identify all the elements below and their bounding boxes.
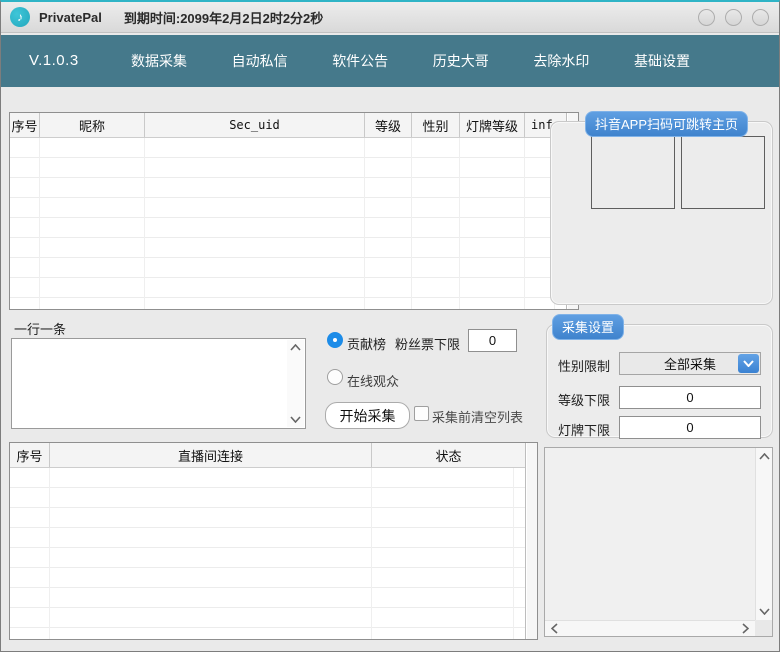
users-table: 序号 昵称 Sec_uid 等级 性别 灯牌等级 info: [9, 112, 579, 310]
scroll-up-icon[interactable]: [759, 453, 770, 460]
clear-before-collect-label[interactable]: 采集前清空列表: [432, 407, 523, 426]
tab-history-bigbro[interactable]: 历史大哥: [425, 45, 497, 77]
title-bar[interactable]: ♪ PrivatePal 到期时间:2099年2月2日2时2分2秒: [1, 2, 779, 33]
links-textarea[interactable]: [11, 338, 306, 429]
radio-online-label[interactable]: 在线观众: [347, 371, 399, 390]
rooms-col-seq[interactable]: 序号: [10, 443, 50, 467]
dropdown-arrow-button[interactable]: [738, 354, 759, 373]
maximize-button[interactable]: [725, 9, 742, 26]
level-limit-label: 等级下限: [558, 390, 610, 409]
rooms-table: 序号 直播间连接 状态: [9, 442, 538, 640]
badge-limit-label: 灯牌下限: [558, 420, 610, 439]
tab-auto-message[interactable]: 自动私信: [224, 45, 296, 77]
users-col-gender[interactable]: 性别: [412, 113, 460, 137]
start-collect-button[interactable]: 开始采集: [325, 402, 410, 429]
close-button[interactable]: [752, 9, 769, 26]
qr-code-box-left: [591, 136, 675, 209]
app-window: ♪ PrivatePal 到期时间:2099年2月2日2时2分2秒 V.1.0.…: [0, 0, 780, 652]
version-label: V.1.0.3: [29, 52, 79, 69]
tab-announcement[interactable]: 软件公告: [324, 45, 396, 77]
users-col-secuid[interactable]: Sec_uid: [145, 113, 365, 137]
gender-limit-label: 性别限制: [558, 356, 610, 375]
radio-contribution-label[interactable]: 贡献榜: [347, 334, 386, 353]
radio-online-viewers[interactable]: [327, 369, 343, 385]
qr-panel-title-tag: 抖音APP扫码可跳转主页: [585, 111, 748, 137]
gender-limit-dropdown[interactable]: 全部采集: [619, 352, 761, 375]
users-col-level[interactable]: 等级: [365, 113, 412, 137]
scroll-right-icon[interactable]: [742, 623, 749, 634]
rooms-table-body: [10, 468, 525, 639]
rooms-col-status[interactable]: 状态: [372, 443, 526, 467]
log-panel-hscrollbar[interactable]: [545, 620, 755, 636]
users-col-nickname[interactable]: 昵称: [40, 113, 145, 137]
users-col-badge-level[interactable]: 灯牌等级: [460, 113, 525, 137]
scroll-left-icon[interactable]: [551, 623, 558, 634]
level-limit-input[interactable]: 0: [619, 386, 761, 409]
qr-panel: [550, 121, 773, 305]
nav-bar: V.1.0.3 数据采集 自动私信 软件公告 历史大哥 去除水印 基础设置: [1, 35, 779, 87]
chevron-down-icon: [743, 360, 754, 367]
tab-basic-settings[interactable]: 基础设置: [626, 45, 698, 77]
lines-label: 一行一条: [14, 319, 66, 338]
qr-code-box-right: [681, 136, 765, 209]
scroll-up-icon[interactable]: [290, 344, 301, 351]
textarea-scrollbar[interactable]: [287, 340, 304, 427]
nav-tabs: 数据采集 自动私信 软件公告 历史大哥 去除水印 基础设置: [123, 35, 698, 87]
expiry-time-text: 到期时间:2099年2月2日2时2分2秒: [124, 8, 323, 27]
log-panel-vscrollbar[interactable]: [755, 448, 772, 620]
tab-watermark-remove[interactable]: 去除水印: [525, 45, 597, 77]
app-logo-music-note-icon: ♪: [10, 7, 30, 27]
scroll-down-icon[interactable]: [759, 608, 770, 615]
minimize-button[interactable]: [698, 9, 715, 26]
clear-before-collect-checkbox[interactable]: [414, 406, 429, 421]
scroll-down-icon[interactable]: [290, 416, 301, 423]
users-table-header: 序号 昵称 Sec_uid 等级 性别 灯牌等级 info: [10, 113, 578, 138]
fans-ticket-input[interactable]: 0: [468, 329, 517, 352]
window-controls: [698, 9, 769, 26]
rooms-col-room-link[interactable]: 直播间连接: [50, 443, 372, 467]
settings-title-tag: 采集设置: [552, 314, 624, 340]
users-table-body: [10, 138, 566, 309]
app-title: PrivatePal: [39, 10, 102, 25]
users-col-seq[interactable]: 序号: [10, 113, 40, 137]
tab-data-collect[interactable]: 数据采集: [123, 45, 195, 77]
badge-limit-input[interactable]: 0: [619, 416, 761, 439]
rooms-table-scrollbar[interactable]: [525, 443, 537, 639]
fans-ticket-label: 粉丝票下限: [395, 334, 460, 353]
rooms-table-header: 序号 直播间连接 状态: [10, 443, 537, 468]
log-panel: [544, 447, 773, 637]
radio-contribution-rank[interactable]: [327, 332, 343, 348]
gender-limit-value: 全部采集: [664, 354, 716, 373]
scrollbar-corner: [755, 620, 772, 636]
